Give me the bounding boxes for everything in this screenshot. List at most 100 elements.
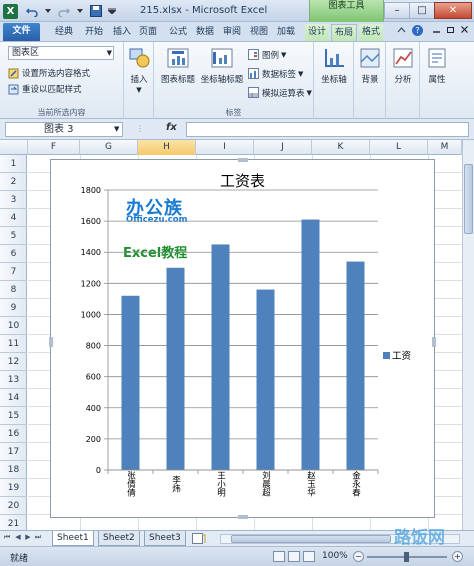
tab-data[interactable]: 数据	[193, 24, 217, 41]
row-header[interactable]: 9	[0, 299, 27, 317]
bar-2[interactable]	[211, 244, 230, 470]
page-layout-view-icon[interactable]	[288, 551, 300, 562]
save-icon[interactable]	[88, 4, 103, 19]
insert-sheet-icon[interactable]	[192, 533, 206, 547]
row-header[interactable]: 4	[0, 209, 27, 227]
row-header[interactable]: 2	[0, 173, 27, 191]
row-header[interactable]: 19	[0, 479, 27, 497]
chart-legend[interactable]: 工资	[383, 348, 411, 362]
bar-1[interactable]	[166, 267, 185, 470]
undo-dropdown-icon[interactable]	[40, 4, 55, 19]
tab-review[interactable]: 审阅	[220, 24, 244, 41]
bar-3[interactable]	[256, 289, 275, 470]
tab-format[interactable]: 格式	[359, 24, 384, 41]
customize-qat-icon[interactable]	[104, 4, 119, 19]
workbook-restore-icon[interactable]	[446, 25, 455, 34]
sheet-tab-sheet3[interactable]: Sheet3	[144, 531, 186, 546]
row-header[interactable]: 10	[0, 317, 27, 335]
row-header[interactable]: 5	[0, 227, 27, 245]
prev-sheet-icon[interactable]: ◀	[14, 533, 22, 544]
row-header[interactable]: 6	[0, 245, 27, 263]
sheet-tab-sheet2[interactable]: Sheet2	[98, 531, 140, 546]
column-header[interactable]: M	[428, 140, 462, 155]
row-header[interactable]: 8	[0, 281, 27, 299]
formula-input[interactable]	[186, 122, 469, 137]
maximize-button[interactable]: □	[409, 2, 435, 19]
close-button[interactable]: ✕	[434, 2, 472, 19]
row-header[interactable]: 12	[0, 353, 27, 371]
insert-button[interactable]: 插入 ▼	[122, 46, 156, 100]
redo-icon[interactable]	[56, 4, 71, 19]
zoom-slider-knob[interactable]	[404, 552, 409, 562]
next-sheet-icon[interactable]: ▶	[24, 533, 32, 544]
column-header[interactable]: L	[370, 140, 428, 155]
plot-area[interactable]: 0 200 400 600 800 1000 1200 1400 1600 1800 张倩倩 李炜 王小…	[51, 160, 436, 519]
zoom-in-button[interactable]: +	[452, 551, 463, 562]
bar-4[interactable]	[301, 219, 320, 470]
name-box-chevron-down-icon[interactable]: ▼	[114, 125, 119, 133]
vertical-scroll-thumb[interactable]	[464, 164, 473, 234]
minimize-button[interactable]: –	[384, 2, 410, 19]
chart-area[interactable]: 工资表 办公族 Officezu.com Excel教程 0 200 400 600 8…	[49, 158, 436, 519]
insert-function-icon[interactable]: fx	[166, 122, 177, 133]
workbook-close-icon[interactable]	[460, 25, 469, 34]
horizontal-scroll-thumb[interactable]	[231, 535, 391, 543]
workbook-minimize-icon[interactable]	[432, 25, 441, 34]
axes-button[interactable]: 坐标轴	[317, 46, 351, 100]
tab-page-layout[interactable]: 页面	[136, 24, 160, 41]
bar-0[interactable]	[121, 295, 140, 470]
tab-file[interactable]: 文件	[3, 23, 40, 41]
tab-addins[interactable]: 加载	[274, 24, 298, 41]
row-header[interactable]: 11	[0, 335, 27, 353]
column-header[interactable]: J	[254, 140, 312, 155]
tab-design[interactable]: 设计	[305, 24, 330, 41]
format-selection-button[interactable]: 设置所选内容格式	[8, 66, 90, 80]
tab-insert[interactable]: 插入	[110, 24, 134, 41]
axis-titles-button[interactable]: 坐标轴标题	[200, 46, 244, 100]
data-labels-button[interactable]: 数据标签 ▼	[248, 66, 303, 81]
sheet-tab-sheet1[interactable]: Sheet1	[52, 531, 94, 546]
legend-button[interactable]: 图例 ▼	[248, 47, 286, 62]
excel-logo-icon[interactable]: X	[3, 3, 18, 19]
data-table-button[interactable]: 模拟运算表 ▼	[248, 85, 312, 100]
column-header[interactable]: I	[196, 140, 254, 155]
row-header[interactable]: 7	[0, 263, 27, 281]
row-header[interactable]: 21	[0, 515, 27, 530]
zoom-level[interactable]: 100%	[322, 551, 348, 561]
row-header[interactable]: 18	[0, 461, 27, 479]
redo-dropdown-icon[interactable]	[72, 4, 87, 19]
select-all-corner[interactable]	[0, 140, 28, 155]
tab-view[interactable]: 视图	[247, 24, 271, 41]
zoom-out-button[interactable]: −	[353, 551, 364, 562]
last-sheet-icon[interactable]: ⏭	[34, 533, 42, 544]
reset-to-match-style-button[interactable]: 重设以匹配样式	[8, 82, 82, 96]
bar-5[interactable]	[346, 261, 365, 470]
formula-bar-splitter-icon[interactable]: ⋮	[136, 124, 144, 133]
background-button[interactable]: 背景	[353, 46, 387, 100]
vertical-scrollbar[interactable]	[462, 140, 474, 530]
row-header[interactable]: 13	[0, 371, 27, 389]
row-header[interactable]: 1	[0, 155, 27, 173]
analysis-button[interactable]: 分析	[386, 46, 420, 100]
normal-view-icon[interactable]	[273, 551, 285, 562]
column-header[interactable]: F	[28, 140, 80, 155]
tab-layout[interactable]: 布局	[331, 24, 358, 41]
minimize-ribbon-icon[interactable]	[397, 26, 406, 38]
row-header[interactable]: 20	[0, 497, 27, 515]
row-header[interactable]: 14	[0, 389, 27, 407]
properties-button[interactable]: 属性	[420, 46, 454, 100]
name-box[interactable]: 图表 3	[5, 122, 123, 137]
tab-formulas[interactable]: 公式	[166, 24, 190, 41]
row-header[interactable]: 16	[0, 425, 27, 443]
tab-classic[interactable]: 经典	[52, 24, 76, 41]
column-header[interactable]: K	[312, 140, 370, 155]
first-sheet-icon[interactable]: ⏮	[3, 533, 11, 544]
tab-home[interactable]: 开始	[82, 24, 106, 41]
undo-icon[interactable]	[24, 4, 39, 19]
chart-title-button[interactable]: 图表标题	[158, 46, 198, 100]
row-header[interactable]: 17	[0, 443, 27, 461]
column-header[interactable]: G	[80, 140, 138, 155]
chart-element-selector[interactable]: 图表区 ▼	[8, 46, 114, 60]
zoom-slider[interactable]	[367, 552, 447, 562]
page-break-view-icon[interactable]	[303, 551, 315, 562]
